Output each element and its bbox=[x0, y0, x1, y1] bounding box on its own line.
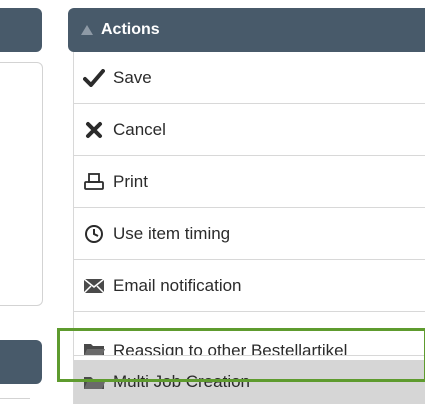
actions-panel-title: Actions bbox=[101, 21, 160, 38]
menu-item-label: Print bbox=[113, 171, 148, 191]
menu-item-label: Email notification bbox=[113, 275, 242, 295]
printer-icon bbox=[83, 172, 105, 192]
menu-item-label: Save bbox=[113, 67, 152, 87]
menu-item-cancel[interactable]: Cancel bbox=[74, 104, 425, 156]
menu-item-email-notification[interactable]: Email notification bbox=[74, 260, 425, 312]
menu-item-use-item-timing[interactable]: Use item timing bbox=[74, 208, 425, 260]
highlight-box bbox=[57, 328, 425, 382]
x-icon bbox=[83, 120, 105, 140]
envelope-icon bbox=[83, 276, 105, 296]
clock-icon bbox=[83, 224, 105, 244]
checkmark-icon bbox=[83, 68, 105, 88]
menu-item-label: Use item timing bbox=[113, 223, 231, 243]
menu-item-label: Cancel bbox=[113, 119, 166, 139]
collapse-triangle-icon[interactable] bbox=[81, 25, 93, 35]
left-panel-content bbox=[0, 62, 43, 306]
left-panel-header-secondary[interactable] bbox=[0, 340, 42, 384]
actions-panel-header[interactable]: Actions bbox=[68, 8, 425, 52]
menu-item-save[interactable]: Save bbox=[74, 52, 425, 104]
menu-item-print[interactable]: Print bbox=[74, 156, 425, 208]
left-panel-stub bbox=[0, 398, 30, 414]
left-panel-header[interactable] bbox=[0, 8, 42, 52]
